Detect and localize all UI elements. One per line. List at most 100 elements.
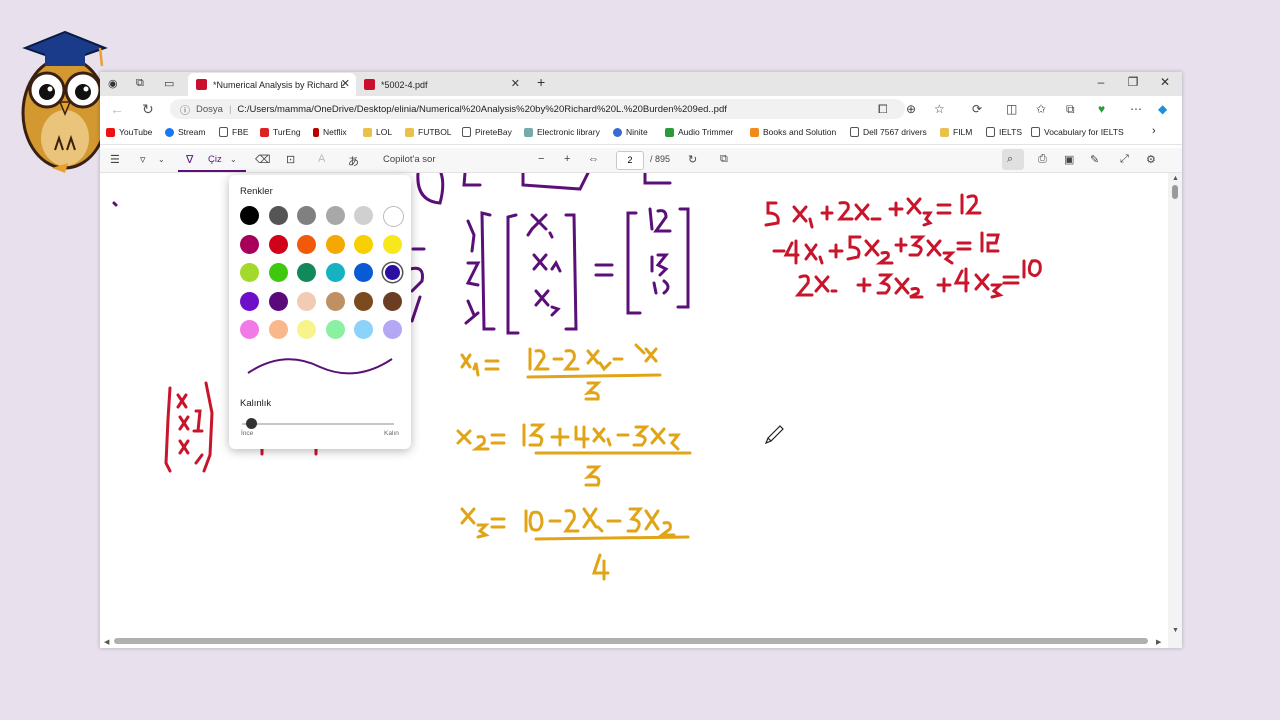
eraser-icon[interactable]: ⌫	[255, 153, 271, 166]
text-box-icon[interactable]: ⊡	[286, 153, 295, 166]
fav-audio-trimmer[interactable]: Audio Trimmer	[665, 127, 733, 137]
color-swatch[interactable]	[297, 320, 316, 339]
thickness-slider-track[interactable]	[242, 423, 394, 425]
save-icon[interactable]: ▣	[1064, 153, 1074, 166]
browser-essentials-icon[interactable]: ♥	[1098, 102, 1105, 116]
settings-gear-icon[interactable]: ⚙	[1146, 153, 1156, 166]
workspaces-icon[interactable]: ⧉	[136, 77, 144, 90]
fav-netflix[interactable]: Netflix	[313, 127, 347, 137]
color-swatch[interactable]	[268, 291, 288, 311]
thickness-slider-thumb[interactable]	[246, 418, 257, 429]
copilot-icon[interactable]: ◆	[1158, 102, 1167, 116]
fav-lol[interactable]: LOL	[363, 127, 392, 137]
refresh-button[interactable]: ↻	[142, 101, 154, 118]
contents-list-icon[interactable]: ☰	[110, 153, 120, 166]
color-swatch[interactable]	[382, 320, 402, 339]
tab-5002-pdf[interactable]: *5002-4.pdf ✕	[356, 73, 526, 96]
fav-ninite[interactable]: Ninite	[613, 127, 648, 137]
scroll-down-arrow-icon[interactable]: ▼	[1172, 627, 1179, 634]
draw-icon[interactable]: ∇	[186, 153, 193, 166]
scroll-right-arrow-icon[interactable]: ▶	[1156, 638, 1161, 646]
page-number-input[interactable]: 2	[616, 151, 644, 170]
favorites-overflow-chevron-icon[interactable]: ›	[1152, 125, 1156, 137]
color-swatch[interactable]	[354, 263, 373, 282]
more-menu-icon[interactable]: ⋯	[1130, 102, 1142, 116]
draw-chevron-down-icon[interactable]: ⌄	[230, 155, 237, 164]
zoom-out-button[interactable]: −	[538, 153, 544, 165]
color-swatch[interactable]	[354, 291, 373, 311]
color-swatch[interactable]	[240, 234, 259, 254]
color-swatch[interactable]	[268, 263, 288, 282]
fav-vocabulary-ielts[interactable]: Vocabulary for IELTS	[1031, 127, 1124, 137]
minimize-button[interactable]: –	[1086, 75, 1116, 89]
color-swatch[interactable]	[297, 291, 316, 311]
fav-piretebay[interactable]: PireteBay	[462, 127, 512, 137]
color-swatch[interactable]	[240, 206, 259, 225]
fav-electronic-library[interactable]: Electronic library	[524, 127, 600, 137]
color-swatch[interactable]	[382, 206, 404, 227]
page-view-icon[interactable]: ⧉	[720, 153, 728, 166]
color-swatch[interactable]	[240, 263, 259, 282]
translate-icon[interactable]: あ	[348, 153, 359, 169]
vertical-scroll-thumb[interactable]	[1172, 185, 1178, 199]
profile-icon[interactable]: ◉	[108, 77, 118, 90]
scroll-up-arrow-icon[interactable]: ▲	[1172, 175, 1179, 182]
tab-numerical-analysis[interactable]: *Numerical Analysis by Richard L ✕	[188, 73, 356, 96]
color-swatch[interactable]	[382, 291, 402, 311]
fav-youtube[interactable]: YouTube	[106, 127, 152, 137]
info-icon[interactable]: ⓘ	[180, 102, 190, 117]
back-button[interactable]: ←	[110, 101, 124, 117]
color-swatch[interactable]	[325, 291, 345, 311]
vertical-scrollbar[interactable]: ▲ ▼	[1168, 173, 1182, 648]
fav-stream[interactable]: Stream	[165, 127, 205, 137]
zoom-icon[interactable]: ⊕	[906, 102, 916, 116]
save-as-icon[interactable]: ✎	[1090, 153, 1099, 166]
print-icon[interactable]: ⎙	[1038, 153, 1047, 166]
fullscreen-icon[interactable]: ⤢	[1120, 153, 1129, 166]
copilot-ask-button[interactable]: Copilot'a sor	[383, 154, 436, 165]
color-swatch[interactable]	[325, 320, 345, 339]
tab-actions-icon[interactable]: ▭	[164, 77, 174, 90]
extensions-icon[interactable]: ⟳	[972, 102, 982, 116]
fit-page-icon[interactable]: ⇔	[588, 153, 599, 165]
fav-books-and-solution[interactable]: Books and Solution	[750, 127, 836, 137]
highlight-chevron-down-icon[interactable]: ⌄	[158, 155, 165, 164]
color-swatch[interactable]	[268, 234, 288, 254]
close-tab-icon[interactable]: ✕	[341, 77, 350, 90]
rotate-icon[interactable]: ↻	[688, 153, 697, 166]
fav-film[interactable]: FILM	[940, 127, 972, 137]
close-tab-icon[interactable]: ✕	[511, 77, 520, 90]
address-bar[interactable]: ⓘ Dosya | C:/Users/mamma/OneDrive/Deskto…	[170, 99, 905, 119]
read-aloud-icon[interactable]: A	[318, 153, 325, 165]
draw-button[interactable]: Çiz	[208, 154, 222, 165]
color-swatch[interactable]	[325, 234, 345, 254]
read-aloud-icon[interactable]: ⧠	[878, 102, 888, 117]
favorite-star-icon[interactable]: ☆	[934, 102, 945, 116]
favorites-icon[interactable]: ✩	[1036, 102, 1046, 116]
horizontal-scroll-thumb[interactable]	[114, 638, 1148, 644]
color-swatch[interactable]	[354, 234, 373, 254]
scroll-left-arrow-icon[interactable]: ◀	[104, 638, 109, 646]
color-swatch[interactable]	[354, 320, 373, 339]
color-swatch[interactable]	[268, 206, 288, 225]
close-window-button[interactable]: ✕	[1150, 75, 1180, 89]
fav-fbe[interactable]: FBE	[219, 127, 249, 137]
fav-futbol[interactable]: FUTBOL	[405, 127, 452, 137]
fav-tureng[interactable]: TurEng	[260, 127, 301, 137]
highlight-icon[interactable]: ▿	[140, 153, 146, 166]
color-swatch[interactable]	[297, 234, 316, 254]
collections-icon[interactable]: ⧉	[1066, 102, 1075, 117]
color-swatch[interactable]	[268, 320, 288, 339]
new-tab-button[interactable]: +	[537, 74, 545, 90]
fav-ielts[interactable]: IELTS	[986, 127, 1022, 137]
url-text[interactable]: C:/Users/mamma/OneDrive/Desktop/elinia/N…	[237, 104, 727, 115]
color-swatch[interactable]	[240, 320, 259, 339]
color-swatch[interactable]	[325, 206, 345, 225]
zoom-in-button[interactable]: +	[564, 153, 570, 165]
maximize-button[interactable]: ❐	[1118, 75, 1148, 89]
color-swatch[interactable]	[382, 263, 402, 282]
fav-dell-drivers[interactable]: Dell 7567 drivers	[850, 127, 927, 137]
color-swatch[interactable]	[325, 263, 345, 282]
color-swatch[interactable]	[297, 263, 316, 282]
color-swatch[interactable]	[297, 206, 316, 225]
